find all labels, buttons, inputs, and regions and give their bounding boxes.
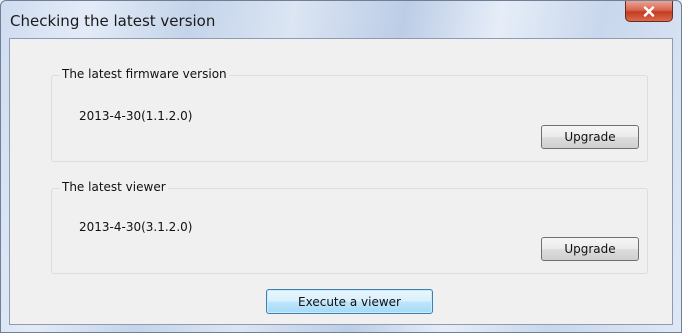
viewer-upgrade-button[interactable]: Upgrade xyxy=(541,237,639,261)
dialog-window: Checking the latest version The latest f… xyxy=(0,0,682,333)
viewer-group: The latest viewer 2013-4-30(3.1.2.0) Upg… xyxy=(51,180,648,274)
firmware-group: The latest firmware version 2013-4-30(1.… xyxy=(51,67,648,162)
close-icon xyxy=(643,5,655,17)
firmware-group-legend: The latest firmware version xyxy=(60,67,229,81)
dialog-body: The latest firmware version 2013-4-30(1.… xyxy=(9,38,673,325)
viewer-version: 2013-4-30(3.1.2.0) xyxy=(79,220,193,234)
title-bar[interactable]: Checking the latest version xyxy=(1,1,681,39)
execute-viewer-button[interactable]: Execute a viewer xyxy=(266,289,433,314)
firmware-upgrade-button[interactable]: Upgrade xyxy=(541,125,639,149)
window-title: Checking the latest version xyxy=(10,12,216,30)
firmware-version: 2013-4-30(1.1.2.0) xyxy=(79,109,193,123)
close-button[interactable] xyxy=(625,1,673,22)
viewer-group-legend: The latest viewer xyxy=(60,180,168,194)
